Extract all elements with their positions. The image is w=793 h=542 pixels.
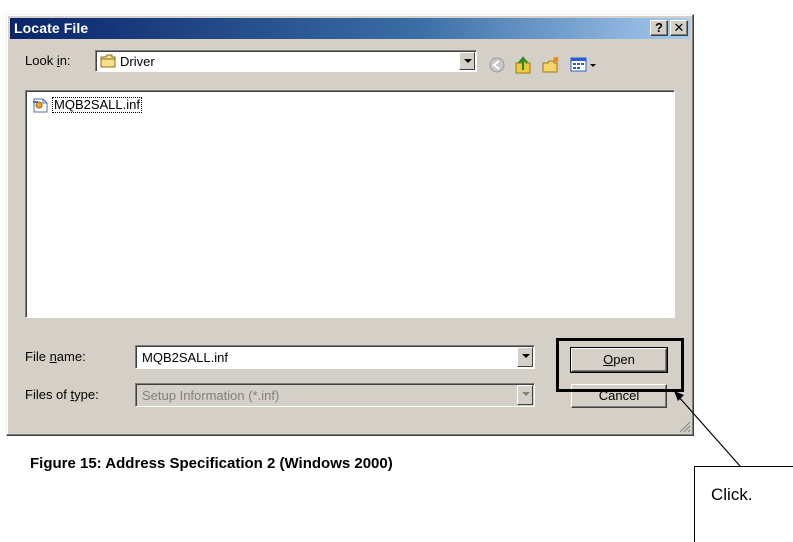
callout-text: Click. bbox=[711, 485, 753, 504]
callout-box: Click. bbox=[694, 466, 793, 542]
figure-caption: Figure 15: Address Specification 2 (Wind… bbox=[30, 455, 393, 472]
